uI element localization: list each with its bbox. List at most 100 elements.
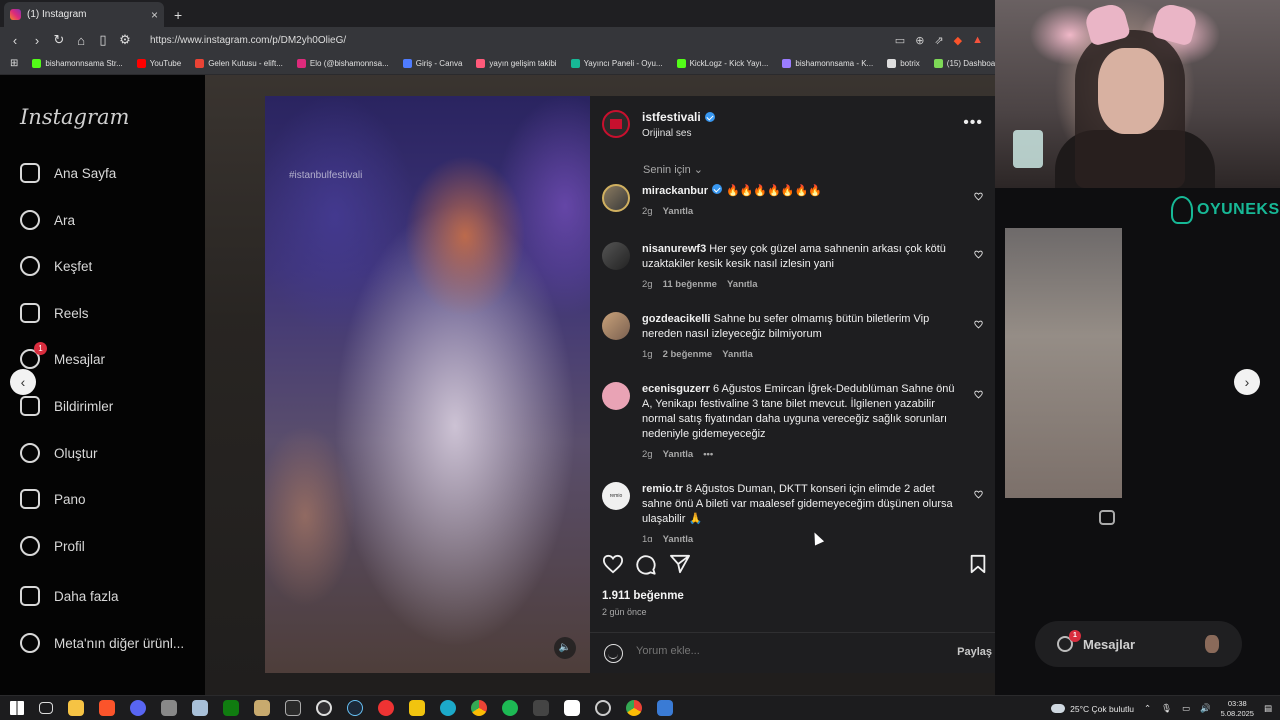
comment-username[interactable]: mirackanbur xyxy=(642,185,708,197)
sidebar-item-meta[interactable]: Meta'nın diğer ürünl... xyxy=(20,633,184,653)
game-icon[interactable] xyxy=(254,700,270,716)
comment-username[interactable]: ecenisguzerr xyxy=(642,383,710,395)
emoji-icon[interactable] xyxy=(604,644,623,663)
sidebar-item-search[interactable]: Ara xyxy=(20,210,75,230)
windows-start-icon[interactable] xyxy=(10,701,24,715)
avatar[interactable] xyxy=(602,382,630,410)
post-video[interactable]: #istanbulfestivali 🔈 xyxy=(265,96,590,673)
bookmark-item[interactable]: Elo (@bishamonnsa... xyxy=(296,59,389,68)
reply-button[interactable]: Yanıtla xyxy=(663,534,694,542)
avatar[interactable] xyxy=(602,110,630,138)
discord-icon[interactable] xyxy=(130,700,146,716)
brave-icon[interactable] xyxy=(99,700,115,716)
sidebar-item-heart[interactable]: Bildirimler xyxy=(20,396,113,416)
file-explorer-icon[interactable] xyxy=(68,700,84,716)
more-options-icon[interactable]: ••• xyxy=(963,114,983,132)
reply-button[interactable]: Yanıtla xyxy=(663,206,694,217)
comments-list[interactable]: mirackanbur 🔥🔥🔥🔥🔥🔥🔥 2g Yanıtla nisanurewf3 H… xyxy=(590,184,995,542)
weather-widget[interactable]: 25°C Çok bulutlu xyxy=(1051,704,1134,714)
comment-like-heart-icon[interactable] xyxy=(974,320,983,329)
audio-label[interactable]: Orijinal ses xyxy=(642,128,715,139)
sidebar-item-messenger[interactable]: 1 Mesajlar xyxy=(20,342,105,369)
comment-like-heart-icon[interactable] xyxy=(974,490,983,499)
share-comment-button[interactable]: Paylaş xyxy=(957,646,992,658)
browser-tab[interactable]: (1) Instagram × xyxy=(4,2,164,27)
forward-icon[interactable]: › xyxy=(30,33,44,48)
microphone-icon[interactable]: 🎙 xyxy=(1161,703,1172,714)
app-icon[interactable] xyxy=(657,700,673,716)
apps-grid-icon[interactable]: ⊞ xyxy=(10,58,18,69)
bookmark-item[interactable]: botrix xyxy=(887,59,920,68)
sidebar-item-menu[interactable]: Daha fazla xyxy=(20,586,119,606)
app-icon[interactable] xyxy=(533,700,549,716)
bookmark-item[interactable]: bishamonnsama - K... xyxy=(782,59,873,68)
back-icon[interactable]: ‹ xyxy=(8,33,22,48)
reply-button[interactable]: Yanıtla xyxy=(663,449,694,460)
reply-button[interactable]: Yanıtla xyxy=(722,349,753,360)
messages-pill[interactable]: 1 Mesajlar xyxy=(1035,621,1242,667)
avatar[interactable]: remio xyxy=(602,482,630,510)
previous-post-button[interactable]: ‹ xyxy=(10,369,36,395)
chrome-icon[interactable] xyxy=(626,700,642,716)
bookmark-item[interactable]: yayın gelişim takibi xyxy=(476,59,557,68)
bookmark-item[interactable]: Yayıncı Paneli - Oyu... xyxy=(570,59,663,68)
comment-likes[interactable]: 11 beğenme xyxy=(663,279,717,290)
xbox-icon[interactable] xyxy=(223,700,239,716)
reply-button[interactable]: Yanıtla xyxy=(727,279,758,290)
save-bookmark-icon[interactable] xyxy=(969,554,987,574)
cast-icon[interactable]: ▭ xyxy=(895,34,905,47)
bookmark-item[interactable]: YouTube xyxy=(136,59,181,68)
bookmark-item[interactable]: KickLogz - Kick Yayı... xyxy=(676,59,768,68)
app-icon[interactable] xyxy=(409,700,425,716)
comment-likes[interactable]: 2 beğenme xyxy=(663,349,713,360)
comment-username[interactable]: remio.tr xyxy=(642,483,683,495)
obs-icon[interactable] xyxy=(316,700,332,716)
bookmark-icon[interactable]: ▯ xyxy=(96,32,110,48)
url-field[interactable]: https://www.instagram.com/p/DM2yh0OlieG/ xyxy=(150,35,887,46)
bookmark-item[interactable]: Giriş - Canva xyxy=(402,59,462,68)
app-icon[interactable] xyxy=(192,700,208,716)
volume-icon[interactable]: 🔊 xyxy=(1200,703,1211,714)
avatar[interactable] xyxy=(602,184,630,212)
sidebar-item-home[interactable]: Ana Sayfa xyxy=(20,163,116,183)
bookmark-item[interactable]: bishamonnsama Str... xyxy=(32,59,123,68)
notifications-icon[interactable]: ▤ xyxy=(1264,703,1272,714)
sidebar-item-reels[interactable]: Reels xyxy=(20,303,89,323)
comment-username[interactable]: gozdeacikelli xyxy=(642,313,710,325)
avatar[interactable] xyxy=(602,312,630,340)
like-heart-icon[interactable] xyxy=(602,554,624,574)
avatar[interactable] xyxy=(602,242,630,270)
bookmark-item[interactable]: (15) Dashboard /... xyxy=(933,59,995,68)
send-icon[interactable] xyxy=(669,554,691,574)
comment-input[interactable] xyxy=(636,645,886,657)
comment-username[interactable]: nisanurewf3 xyxy=(642,243,706,255)
next-post-button[interactable]: › xyxy=(1234,369,1260,395)
sound-toggle-icon[interactable]: 🔈 xyxy=(554,637,576,659)
brave-rewards-icon[interactable]: ▲ xyxy=(972,34,983,47)
comment-filter-dropdown[interactable]: Senin için ⌄ xyxy=(643,163,703,176)
chrome-icon[interactable] xyxy=(471,700,487,716)
reload-icon[interactable]: ↻ xyxy=(52,32,66,48)
app-icon[interactable] xyxy=(161,700,177,716)
instagram-logo[interactable]: Instagram xyxy=(20,105,129,129)
chevron-up-icon[interactable]: ⌃ xyxy=(1144,703,1151,714)
sidebar-item-avatar[interactable]: Profil xyxy=(20,536,85,556)
app-icon[interactable] xyxy=(378,700,394,716)
brave-shield-icon[interactable]: ◆ xyxy=(954,34,962,47)
comment-like-heart-icon[interactable] xyxy=(974,192,983,201)
app-icon[interactable] xyxy=(440,700,456,716)
comment-more-icon[interactable]: ••• xyxy=(703,449,713,460)
sidebar-item-dashboard[interactable]: Pano xyxy=(20,489,86,509)
post-username[interactable]: istfestivali xyxy=(642,110,701,124)
sidebar-item-compass[interactable]: Keşfet xyxy=(20,256,92,276)
app-icon[interactable] xyxy=(595,700,611,716)
home-icon[interactable]: ⌂ xyxy=(74,33,88,48)
comment-like-heart-icon[interactable] xyxy=(974,250,983,259)
new-tab-button[interactable]: + xyxy=(174,7,182,23)
comment-like-heart-icon[interactable] xyxy=(974,390,983,399)
task-view-icon[interactable] xyxy=(39,702,53,714)
bookmark-item[interactable]: Gelen Kutusu - elift... xyxy=(195,59,283,68)
clock[interactable]: 03:38 5.08.2025 xyxy=(1221,699,1254,719)
zoom-icon[interactable]: ⊕ xyxy=(915,34,924,47)
likes-count[interactable]: 1.911 beğenme xyxy=(602,590,684,602)
